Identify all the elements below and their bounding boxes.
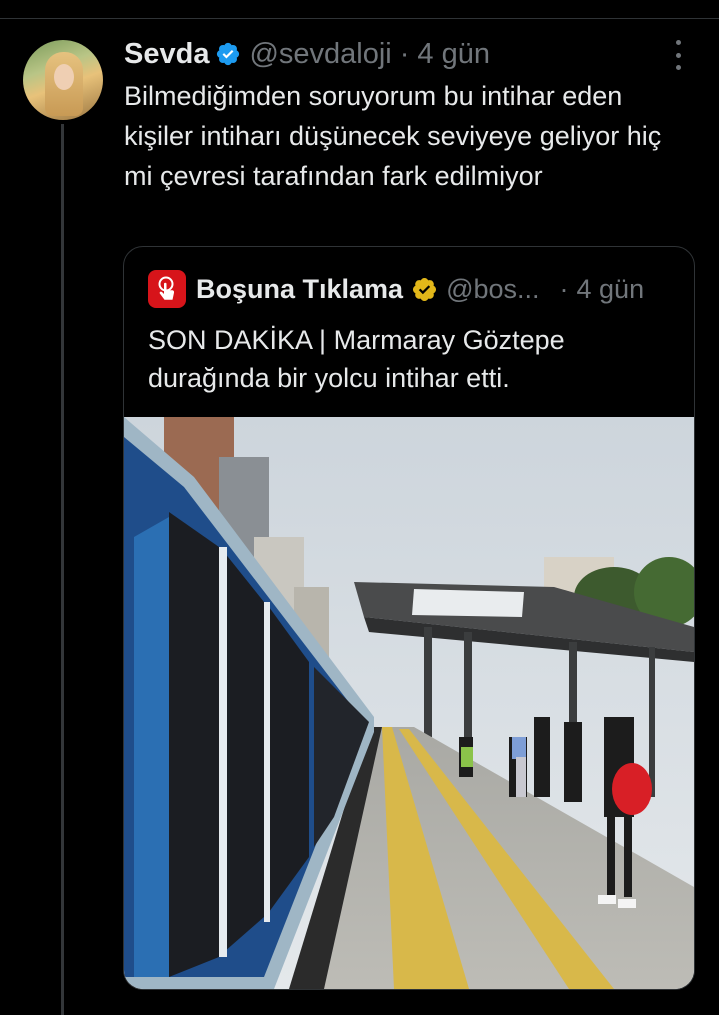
top-divider — [0, 18, 719, 19]
gold-verified-badge-icon — [413, 277, 437, 301]
tweet-text: Bilmediğimden soruyorum bu intihar eden … — [124, 81, 662, 191]
author-handle[interactable]: @sevdaloji — [249, 38, 391, 71]
quote-text: SON DAKİKA | Marmaray Göztepe durağında … — [148, 325, 565, 393]
quote-separator-dot: · — [559, 273, 569, 304]
avatar-face — [54, 64, 74, 90]
author-name[interactable]: Sevda — [124, 38, 209, 71]
train-station-photo[interactable] — [124, 417, 694, 989]
thread-line — [61, 124, 64, 1015]
more-vertical-icon[interactable] — [668, 40, 688, 70]
quote-time[interactable]: 4 gün — [577, 274, 645, 305]
separator-dot: · — [399, 37, 410, 70]
quote-header: Boşuna Tıklama @bos... · 4 gün — [148, 269, 644, 309]
tap-hand-icon[interactable] — [148, 270, 186, 308]
tweet-time[interactable]: 4 gün — [417, 38, 490, 71]
quote-author-name[interactable]: Boşuna Tıklama — [196, 274, 403, 305]
author-avatar[interactable] — [23, 40, 103, 120]
quoted-tweet[interactable]: Boşuna Tıklama @bos... · 4 gün SON DAKİK… — [123, 246, 695, 990]
verified-badge-icon — [217, 42, 240, 66]
tweet-header: Sevda @sevdaloji · 4 gün — [124, 34, 490, 74]
quote-author-handle[interactable]: @bos... — [446, 274, 539, 305]
